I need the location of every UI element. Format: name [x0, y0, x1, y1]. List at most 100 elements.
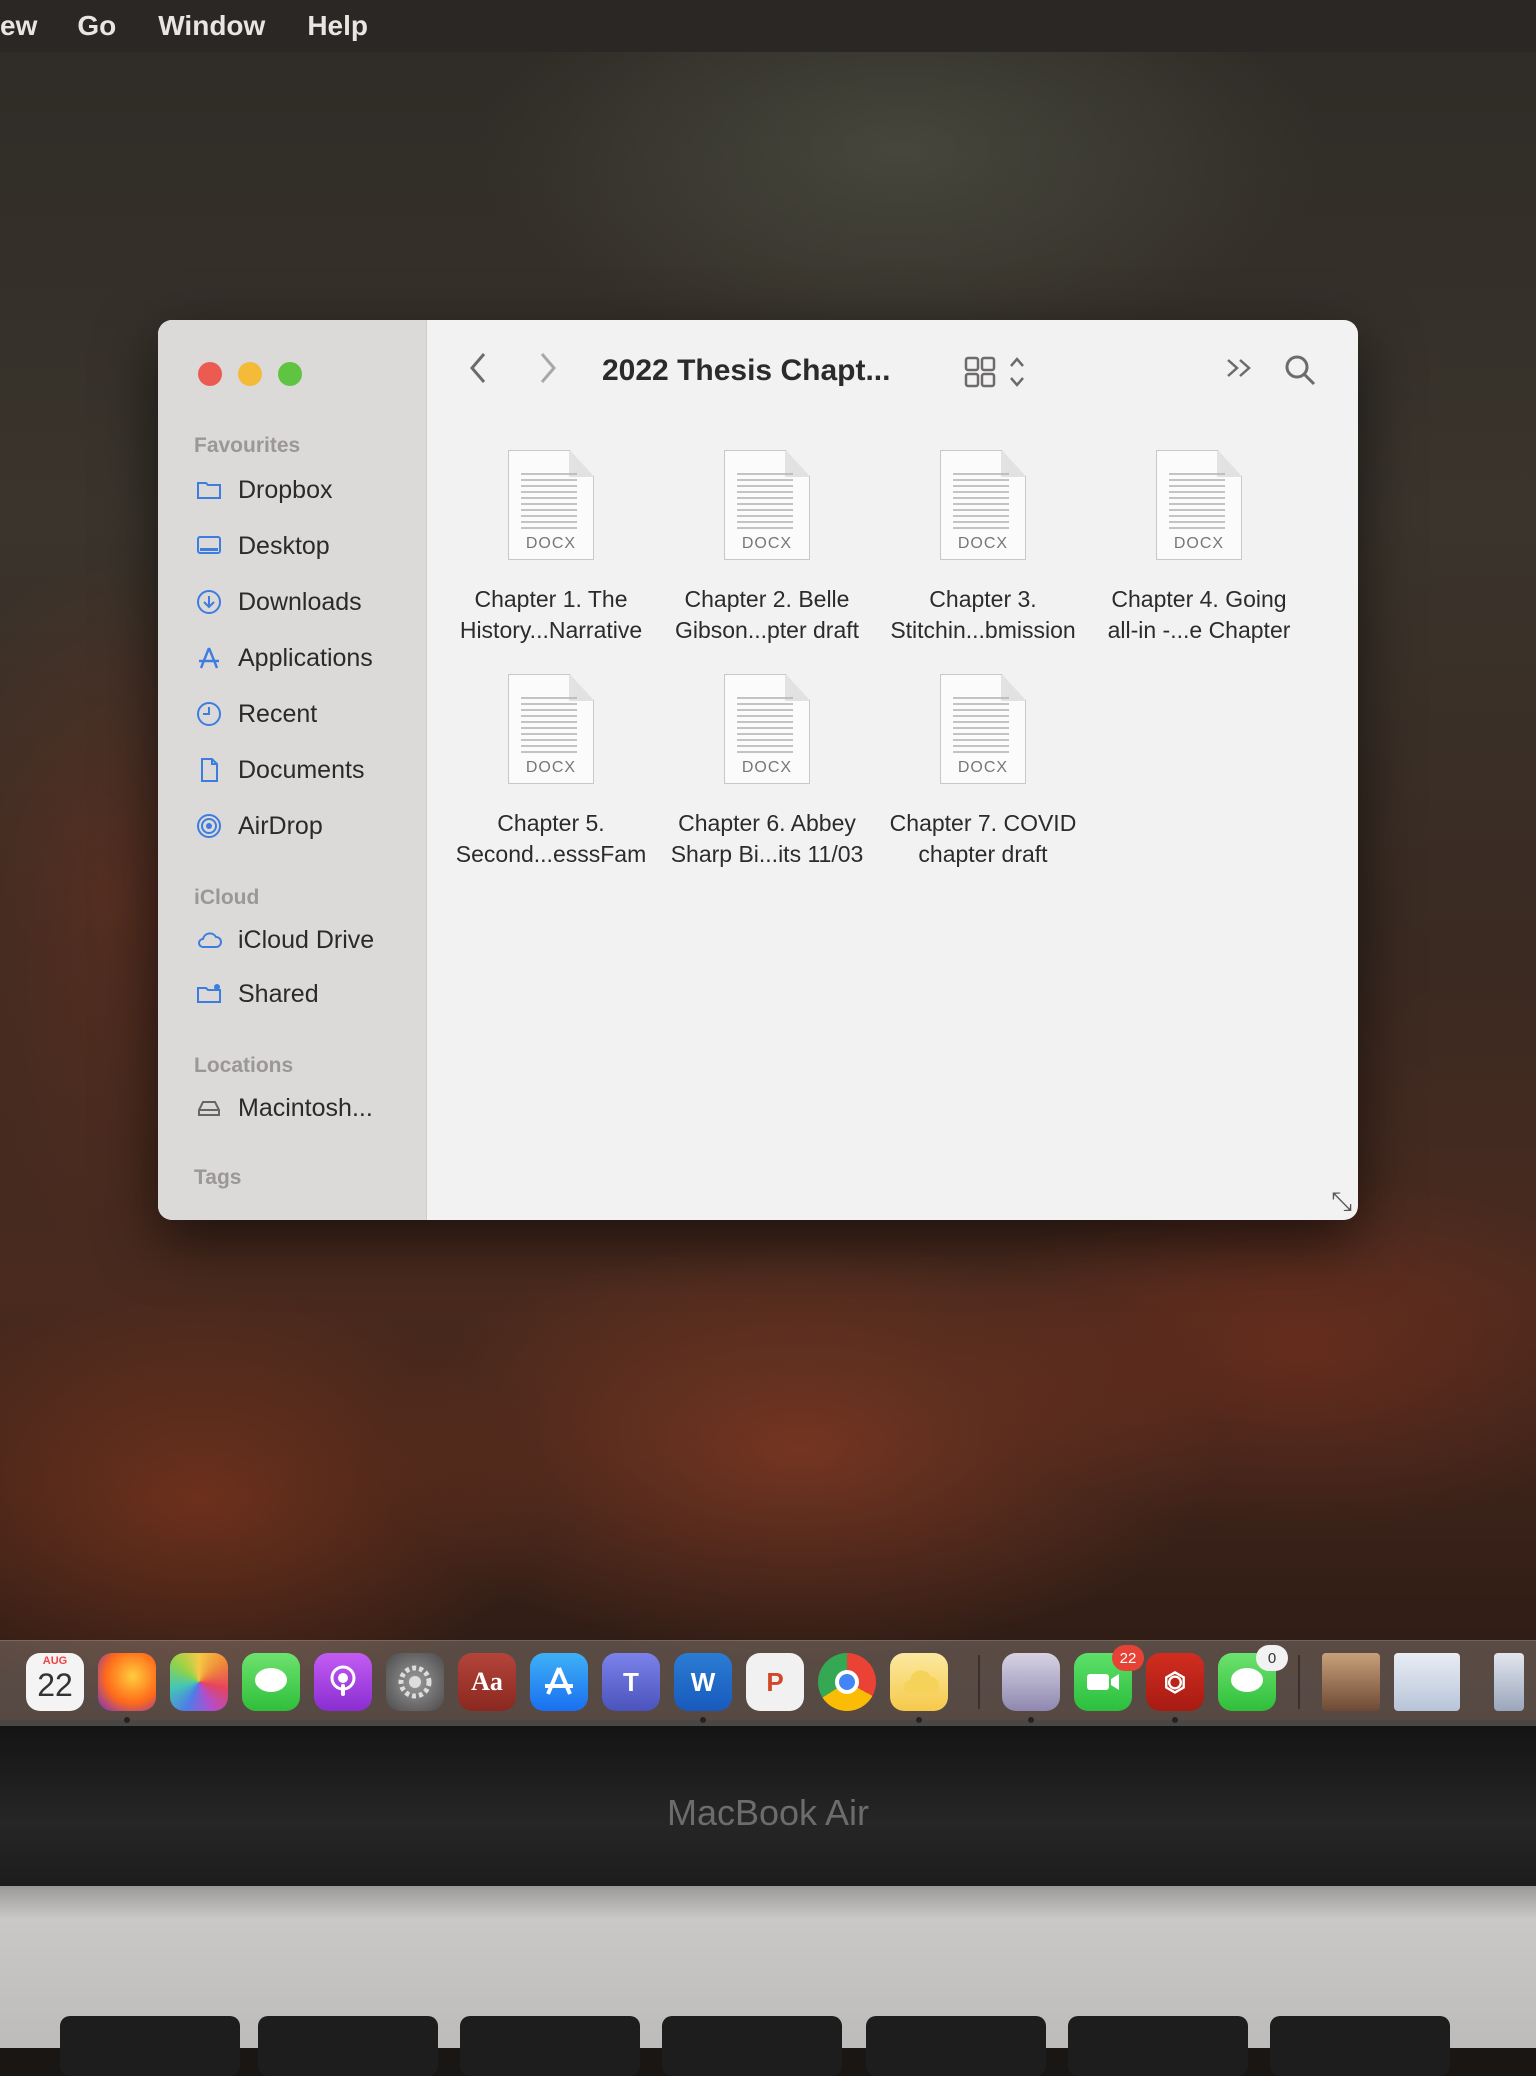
file-item-chapter-6[interactable]: DOCX Chapter 6. Abbey Sharp Bi...its 11/0… — [662, 674, 872, 870]
back-button[interactable] — [466, 350, 490, 395]
close-button[interactable] — [198, 362, 222, 386]
file-item-chapter-7[interactable]: DOCX Chapter 7. COVID chapter draft — [878, 674, 1088, 870]
dock-photos[interactable] — [170, 1653, 228, 1711]
dock: AUG 22 Aa T W P 22 ⏣ 0 — [0, 1640, 1536, 1727]
sidebar-item-macintosh-hd[interactable]: Macintosh... — [194, 1088, 373, 1128]
dock-downloads-stack[interactable] — [1494, 1653, 1524, 1711]
dock-app-store[interactable] — [530, 1653, 588, 1711]
dock-separator — [978, 1655, 980, 1709]
window-title: 2022 Thesis Chapt... — [602, 354, 891, 387]
file-item-chapter-1[interactable]: DOCX Chapter 1. The History...Narrative — [446, 450, 656, 646]
keyboard-key — [460, 2016, 640, 2076]
applications-icon — [194, 643, 224, 673]
icon-grid-icon — [964, 356, 1024, 388]
folder-icon — [194, 475, 224, 505]
sidebar-item-icloud-drive[interactable]: iCloud Drive — [194, 920, 374, 960]
sidebar-item-label: Recent — [238, 699, 318, 728]
running-indicator — [124, 1717, 130, 1723]
docx-file-icon: DOCX — [940, 674, 1026, 784]
docx-file-icon: DOCX — [724, 450, 810, 560]
keyboard-key — [1270, 2016, 1450, 2076]
dock-system-preferences[interactable] — [386, 1653, 444, 1711]
dock-podcasts[interactable] — [314, 1653, 372, 1711]
dock-minimized-window[interactable] — [1394, 1653, 1460, 1711]
file-item-chapter-5[interactable]: DOCX Chapter 5. Second...esssFam — [446, 674, 656, 870]
file-name: Chapter 5. Second...esssFam — [455, 810, 647, 867]
dock-acrobat[interactable]: ⏣ — [1146, 1653, 1204, 1711]
download-icon — [194, 587, 224, 617]
file-item-chapter-3[interactable]: DOCX Chapter 3. Stitchin...bmission — [878, 450, 1088, 646]
shared-folder-icon — [194, 979, 224, 1009]
sidebar-item-label: Macintosh... — [238, 1093, 373, 1122]
zoom-button[interactable] — [278, 362, 302, 386]
sidebar-item-airdrop[interactable]: AirDrop — [194, 806, 323, 846]
sidebar-item-dropbox[interactable]: Dropbox — [194, 470, 333, 510]
file-type-badge: DOCX — [741, 535, 793, 552]
sidebar-section-locations: Locations — [194, 1054, 294, 1077]
forward-button[interactable] — [536, 350, 560, 395]
sidebar-item-desktop[interactable]: Desktop — [194, 526, 330, 566]
powerpoint-icon: P — [766, 1666, 784, 1697]
sidebar-item-shared[interactable]: Shared — [194, 974, 319, 1014]
keyboard-key — [60, 2016, 240, 2076]
minimize-button[interactable] — [238, 362, 262, 386]
sidebar-item-recent[interactable]: Recent — [194, 694, 317, 734]
file-name: Chapter 7. COVID chapter draft — [889, 810, 1077, 867]
sidebar-item-label: Shared — [238, 979, 319, 1008]
speech-bubble-icon — [1231, 1668, 1263, 1692]
dock-separator — [1298, 1655, 1300, 1709]
dock-teams[interactable]: T — [602, 1653, 660, 1711]
laptop-brand: MacBook Air — [666, 1792, 870, 1833]
file-type-badge: DOCX — [957, 535, 1009, 552]
dock-messages[interactable] — [242, 1653, 300, 1711]
dock-dictionary[interactable]: Aa — [458, 1653, 516, 1711]
dock-chrome[interactable] — [818, 1653, 876, 1711]
sidebar-section-favourites: Favourites — [194, 434, 301, 457]
file-item-chapter-2[interactable]: DOCX Chapter 2. Belle Gibson...pter draft — [662, 450, 872, 646]
cloud-icon — [903, 1670, 939, 1693]
acrobat-icon: ⏣ — [1163, 1666, 1187, 1697]
menu-go[interactable]: Go — [77, 10, 116, 42]
desktop-icon — [194, 531, 224, 561]
dock-word[interactable]: W — [674, 1653, 732, 1711]
file-type-badge: DOCX — [525, 535, 577, 552]
podcast-icon — [330, 1665, 356, 1696]
file-item-chapter-4[interactable]: DOCX Chapter 4. Going all-in -...e Chapte… — [1094, 450, 1304, 646]
resize-handle-icon[interactable]: ⤡ — [1331, 1186, 1352, 1218]
sidebar-item-documents[interactable]: Documents — [194, 750, 364, 790]
dock-calendar[interactable]: AUG 22 — [26, 1653, 84, 1711]
sidebar-item-downloads[interactable]: Downloads — [194, 582, 362, 622]
toolbar: 2022 Thesis Chapt... — [426, 320, 1358, 420]
search-icon — [1285, 355, 1316, 386]
menu-window[interactable]: Window — [158, 10, 265, 42]
docx-file-icon: DOCX — [724, 674, 810, 784]
dock-weather[interactable] — [890, 1653, 948, 1711]
keyboard-key — [662, 2016, 842, 2076]
messages-notification-badge: 0 — [1256, 1645, 1288, 1671]
chevron-left-icon — [470, 353, 486, 383]
calendar-month: AUG — [42, 1655, 68, 1667]
dock-firefox[interactable] — [98, 1653, 156, 1711]
file-type-badge: DOCX — [957, 759, 1009, 776]
file-name: Chapter 2. Belle Gibson...pter draft — [674, 586, 860, 643]
dock-minimized-photo[interactable] — [1322, 1653, 1380, 1711]
sidebar-item-applications[interactable]: Applications — [194, 638, 373, 678]
teams-icon: T — [623, 1666, 639, 1697]
cloud-icon — [194, 925, 224, 955]
video-camera-icon — [1087, 1674, 1119, 1690]
running-indicator — [1028, 1717, 1034, 1723]
dock-preview[interactable] — [1002, 1653, 1060, 1711]
file-name: Chapter 1. The History...Narrative — [459, 586, 643, 643]
menu-view[interactable]: ew — [0, 10, 37, 42]
toolbar-overflow-button[interactable] — [1224, 350, 1256, 395]
speech-bubble-icon — [255, 1668, 287, 1692]
calendar-day: 22 — [37, 1667, 73, 1703]
search-button[interactable] — [1282, 352, 1318, 397]
dock-powerpoint[interactable]: P — [746, 1653, 804, 1711]
app-store-icon — [545, 1667, 573, 1695]
running-indicator — [1172, 1717, 1178, 1723]
menu-help[interactable]: Help — [307, 10, 368, 42]
document-icon — [194, 755, 224, 785]
view-mode-button[interactable] — [964, 354, 1034, 399]
running-indicator — [916, 1717, 922, 1723]
